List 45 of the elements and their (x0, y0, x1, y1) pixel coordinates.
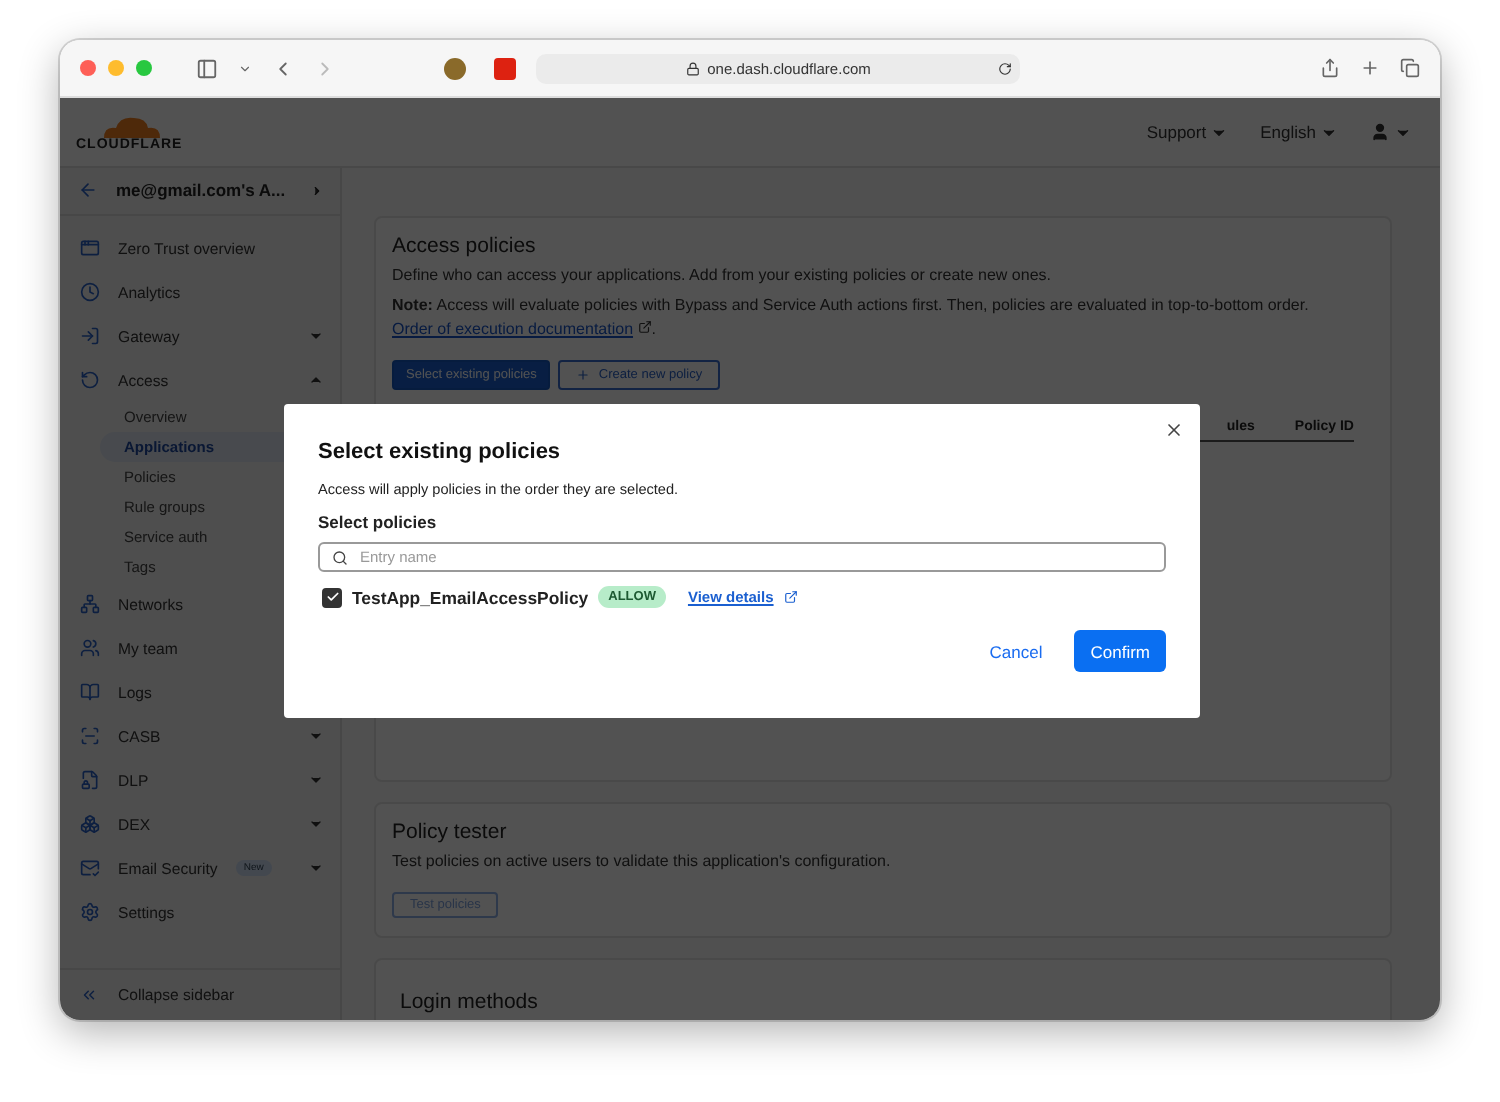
new-tab-icon[interactable] (1360, 58, 1380, 78)
window-icon (80, 238, 100, 258)
external-link-icon (783, 590, 798, 604)
caret-icon (310, 183, 324, 197)
note-text: Note: Access will evaluate policies with Bypass and Service Auth actions first. Then, policies are evaluated in top-to-bottom order. Order of execution documentation . (392, 294, 1311, 342)
boxes-icon (80, 814, 100, 834)
back-arrow-icon (78, 180, 98, 200)
settings-icon (80, 902, 100, 922)
close-window-icon[interactable] (80, 60, 96, 76)
tabs-icon[interactable] (1400, 58, 1420, 78)
section-title: Access policies (392, 234, 538, 258)
section-description: Define who can access your applications. Add from your existing policies or create new ones. (392, 264, 1054, 288)
login-icon (80, 326, 100, 346)
users-icon (80, 638, 100, 658)
policy-name: TestApp_EmailAccessPolicy (352, 587, 589, 607)
section-title: Login methods (400, 990, 540, 1014)
mail-check-icon (80, 858, 100, 878)
field-label: Select policies (318, 512, 439, 532)
section-title: Policy tester (392, 820, 509, 844)
reload-icon[interactable] (998, 61, 1012, 75)
plus-icon (576, 368, 591, 382)
share-icon[interactable] (1320, 58, 1340, 78)
user-icon (1370, 122, 1390, 142)
file-lock-icon (80, 770, 100, 790)
close-icon[interactable] (1164, 420, 1184, 440)
account-switcher[interactable]: me@gmail.com's A... (60, 168, 340, 216)
section-description: Test policies on active users to validate this application's configuration. (392, 850, 893, 874)
cancel-button[interactable]: Cancel (989, 641, 1043, 661)
confirm-button[interactable]: Confirm (1074, 630, 1166, 672)
sidebar-toggle-icon[interactable] (196, 57, 218, 79)
external-link-icon (637, 320, 652, 334)
header-menu[interactable]: English (1260, 122, 1338, 142)
double-chevron-icon (80, 986, 98, 1004)
documentation-link[interactable]: Order of execution documentation (392, 320, 634, 338)
lock-icon (685, 61, 700, 75)
search-icon (332, 549, 348, 565)
checkbox[interactable] (322, 587, 342, 607)
book-icon (80, 682, 100, 702)
user-menu[interactable] (1370, 122, 1412, 142)
network-icon (80, 594, 100, 614)
scan-icon (80, 726, 100, 746)
header-menu[interactable]: Support (1146, 122, 1229, 142)
chevron-down-icon[interactable] (238, 61, 252, 75)
rotate-icon (80, 370, 100, 390)
clock-icon (80, 282, 100, 302)
